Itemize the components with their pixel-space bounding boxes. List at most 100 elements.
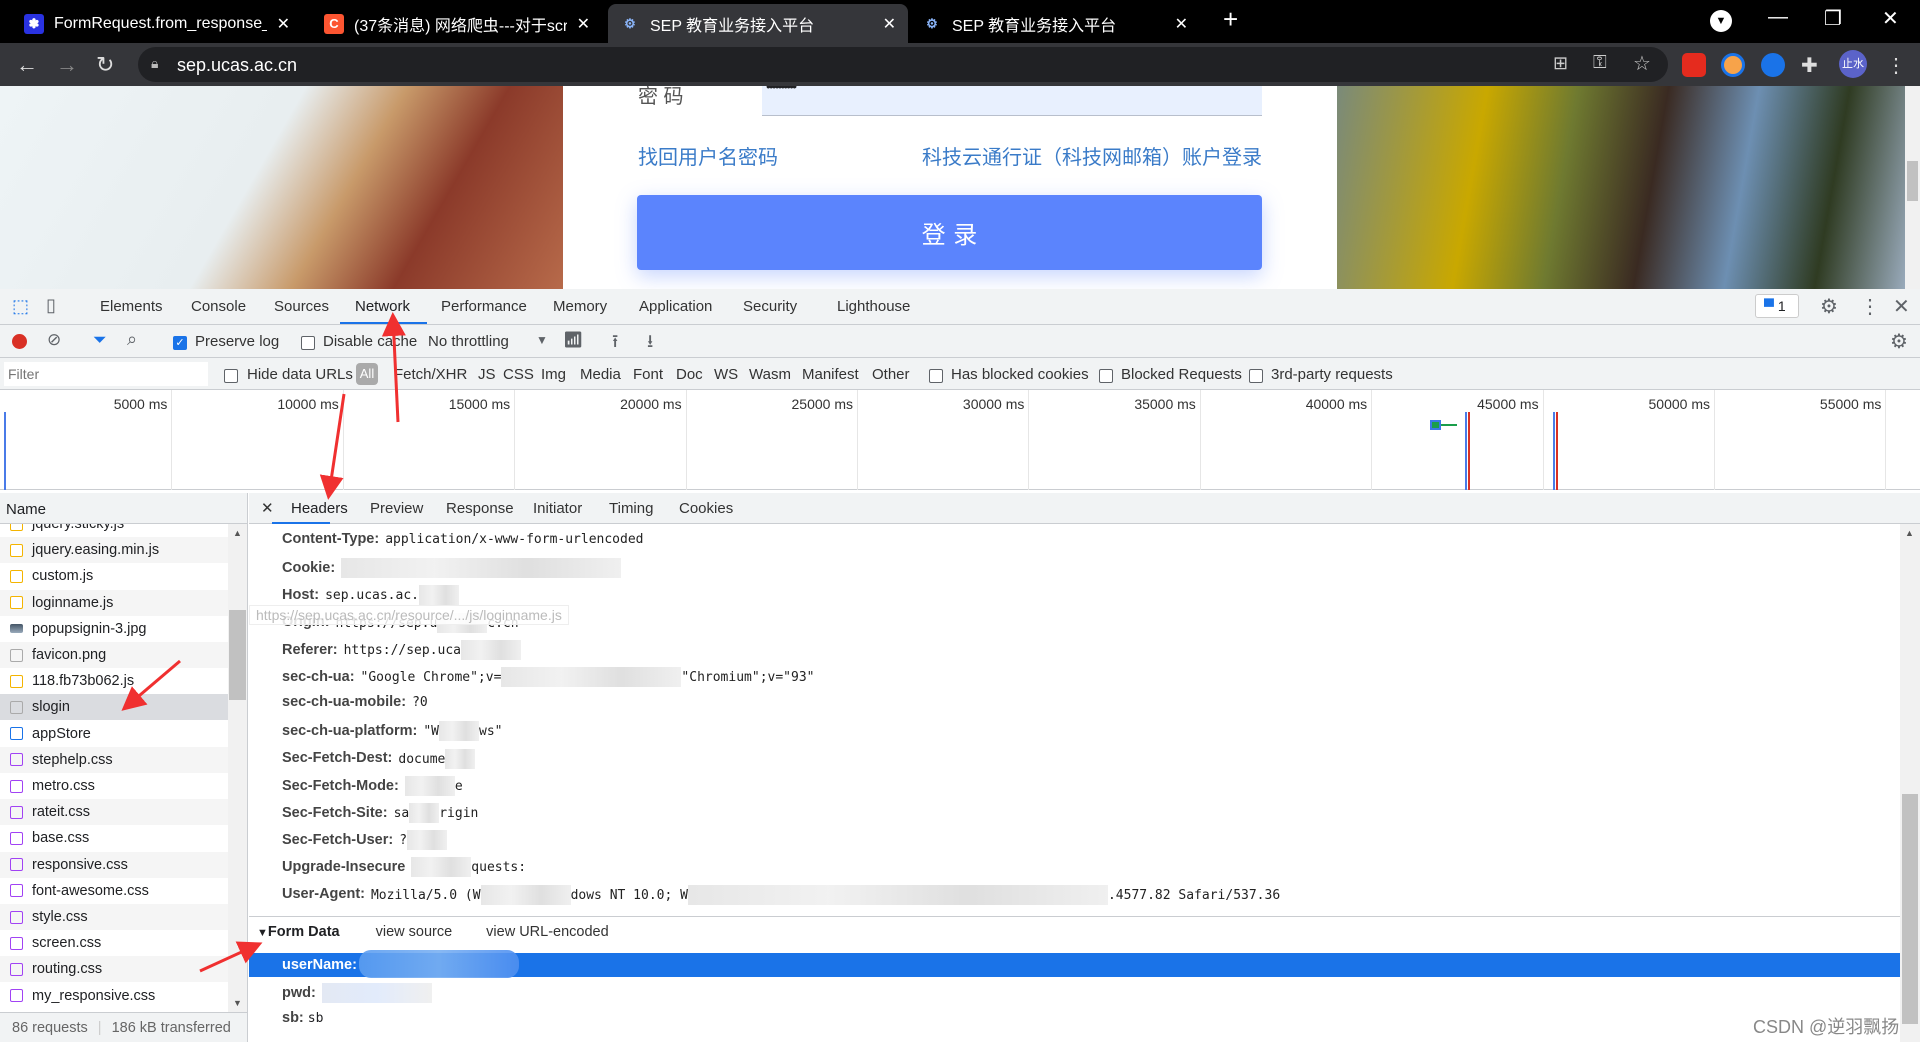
forgot-password-link[interactable]: 找回用户名密码 — [638, 141, 778, 170]
tab-security[interactable]: Security — [743, 298, 797, 315]
qr-code-icon[interactable]: ⊞ — [1553, 53, 1568, 74]
form-field-row[interactable]: pwd: — [282, 983, 432, 1003]
header-row[interactable]: sec-ch-ua: "Google Chrome";v= "Chromium";v… — [282, 667, 814, 687]
header-row[interactable]: Sec-Fetch-Dest: docume — [282, 748, 476, 769]
export-har-icon[interactable]: ⭳ — [647, 329, 653, 359]
header-row[interactable]: Sec-Fetch-Site: sa rigin — [282, 803, 478, 823]
filter-input[interactable] — [4, 362, 208, 386]
close-window-button[interactable]: ✕ — [1882, 6, 1899, 31]
bookmark-star-icon[interactable]: ☆ — [1633, 51, 1651, 76]
request-row-my-responsive-css[interactable]: my_responsive.css — [0, 983, 228, 1009]
back-icon[interactable]: ← — [16, 52, 38, 78]
tab-timing[interactable]: Timing — [609, 500, 653, 517]
header-row[interactable]: Host: sep.ucas.ac. — [282, 585, 459, 606]
page-scrollbar[interactable] — [1905, 86, 1920, 289]
header-row[interactable]: Content-Type: application/x-www-form-urle… — [282, 531, 643, 547]
browser-tab[interactable]: ⚙ SEP 教育业务接入平台 ✕ — [910, 4, 1200, 43]
has-blocked-cookies-checkbox[interactable] — [929, 367, 943, 384]
request-row-stephelp-css[interactable]: stephelp.css — [0, 746, 228, 773]
request-row-favicon-png[interactable]: favicon.png — [0, 642, 228, 668]
view-source-link[interactable]: view source — [376, 924, 453, 940]
request-row-style-css[interactable]: style.css — [0, 904, 228, 930]
request-row-responsive-css[interactable]: responsive.css — [0, 851, 228, 878]
tab-search-icon[interactable]: ▼ — [1710, 10, 1732, 32]
tab-memory[interactable]: Memory — [553, 298, 607, 315]
filter-type-manifest[interactable]: Manifest — [802, 366, 859, 383]
request-row-118-fb73b062-js[interactable]: 118.fb73b062.js — [0, 668, 228, 694]
tab-lighthouse[interactable]: Lighthouse — [837, 298, 910, 315]
network-conditions-icon[interactable]: 📶︎ — [563, 330, 583, 350]
request-row-jquery-easing-min-js[interactable]: jquery.easing.min.js — [0, 537, 228, 564]
request-row-screen-css[interactable]: screen.css — [0, 930, 228, 956]
new-tab-button[interactable]: + — [1223, 4, 1238, 35]
extensions-puzzle-icon[interactable]: ✚ — [1801, 53, 1825, 77]
password-input[interactable]: •••••••••• — [762, 86, 1262, 116]
restore-button[interactable]: ❐ — [1824, 6, 1842, 31]
inspect-element-icon[interactable]: ⬚ — [12, 296, 29, 317]
request-list-scrollbar[interactable]: ▲ ▼ — [228, 524, 247, 1012]
throttling-select[interactable]: No throttling — [428, 333, 509, 350]
header-row[interactable]: User-Agent: Mozilla/5.0 (W dows NT 10.0; W… — [282, 884, 1280, 905]
details-scrollbar[interactable]: ▲ — [1900, 524, 1920, 1042]
tab-preview[interactable]: Preview — [370, 500, 423, 517]
expand-triangle-icon[interactable]: ▼ — [257, 927, 268, 939]
tab-response[interactable]: Response — [446, 500, 514, 517]
tab-cookies[interactable]: Cookies — [679, 500, 733, 517]
tab-network[interactable]: Network — [355, 298, 410, 315]
settings-gear-icon[interactable]: ⚙ — [1820, 294, 1838, 319]
filter-type-font[interactable]: Font — [633, 366, 663, 383]
network-overview-timeline[interactable]: 5000 ms 10000 ms 15000 ms 20000 ms 25000 ms 3… — [0, 390, 1920, 490]
reload-icon[interactable]: ↻ — [96, 52, 114, 78]
disable-cache-checkbox[interactable] — [301, 334, 315, 351]
filter-type-other[interactable]: Other — [872, 366, 910, 383]
filter-type-js[interactable]: JS — [478, 366, 496, 383]
tab-elements[interactable]: Elements — [100, 298, 163, 315]
filter-type-media[interactable]: Media — [580, 366, 621, 383]
request-row-custom-js[interactable]: custom.js — [0, 563, 228, 589]
tab-sources[interactable]: Sources — [274, 298, 329, 315]
chevron-down-icon[interactable]: ▼ — [536, 333, 548, 347]
close-tab-icon[interactable]: ✕ — [1175, 14, 1188, 34]
clear-icon[interactable]: ⊘ — [47, 330, 61, 350]
close-devtools-icon[interactable]: ✕ — [1893, 294, 1910, 319]
request-row-rateit-css[interactable]: rateit.css — [0, 799, 228, 826]
filter-type-wasm[interactable]: Wasm — [749, 366, 791, 383]
tab-application[interactable]: Application — [639, 298, 712, 315]
tab-console[interactable]: Console — [191, 298, 246, 315]
header-row[interactable]: Upgrade-Insecure quests: — [282, 857, 526, 878]
request-row-base-css[interactable]: base.css — [0, 825, 228, 851]
header-row[interactable]: sec-ch-ua-platform: "W ws" — [282, 721, 503, 742]
header-row[interactable]: Cookie: — [282, 558, 622, 579]
third-party-checkbox[interactable] — [1249, 367, 1263, 384]
search-icon[interactable]: ⌕ — [127, 329, 137, 350]
tab-headers[interactable]: Headers — [291, 500, 348, 517]
import-har-icon[interactable]: ⭱ — [612, 329, 618, 359]
address-bar[interactable]: 🔒︎ sep.ucas.ac.cn ⊞ ⚿ ☆ — [138, 47, 1668, 82]
key-icon[interactable]: ⚿ — [1593, 52, 1607, 73]
minimize-button[interactable]: — — [1768, 6, 1788, 29]
filter-type-all[interactable]: All — [356, 363, 378, 385]
header-row[interactable]: Sec-Fetch-Mode: e — [282, 775, 463, 796]
blocked-requests-checkbox[interactable] — [1099, 367, 1113, 384]
filter-funnel-icon[interactable]: ⏷ — [93, 330, 107, 350]
tab-initiator[interactable]: Initiator — [533, 500, 582, 517]
filter-type-ws[interactable]: WS — [714, 366, 738, 383]
browser-tab[interactable]: C (37条消息) 网络爬虫---对于scrap ✕ — [312, 4, 602, 43]
close-tab-icon[interactable]: ✕ — [277, 14, 290, 34]
network-settings-gear-icon[interactable]: ⚙ — [1890, 329, 1908, 354]
tab-performance[interactable]: Performance — [441, 298, 527, 315]
request-row-appstore[interactable]: appStore — [0, 721, 228, 747]
header-row[interactable]: sec-ch-ua-mobile: ?0 — [282, 694, 428, 710]
close-tab-icon[interactable]: ✕ — [577, 14, 590, 34]
browser-tab[interactable]: ✽ FormRequest.from_response_ ✕ — [12, 4, 302, 43]
forward-icon[interactable]: → — [56, 52, 78, 78]
device-toolbar-icon[interactable]: ▯ — [46, 295, 56, 316]
login-button[interactable]: 登 录 — [637, 195, 1262, 270]
view-url-encoded-link[interactable]: view URL-encoded — [486, 924, 609, 940]
preserve-log-checkbox[interactable]: ✓ — [173, 334, 187, 351]
extension-globe-icon[interactable] — [1761, 53, 1785, 77]
request-row-slogin[interactable]: slogin — [0, 694, 228, 721]
request-row-routing-css[interactable]: routing.css — [0, 956, 228, 983]
form-field-row[interactable]: sb: sb — [282, 1010, 323, 1026]
browser-tab-active[interactable]: ⚙ SEP 教育业务接入平台 ✕ — [608, 4, 908, 43]
